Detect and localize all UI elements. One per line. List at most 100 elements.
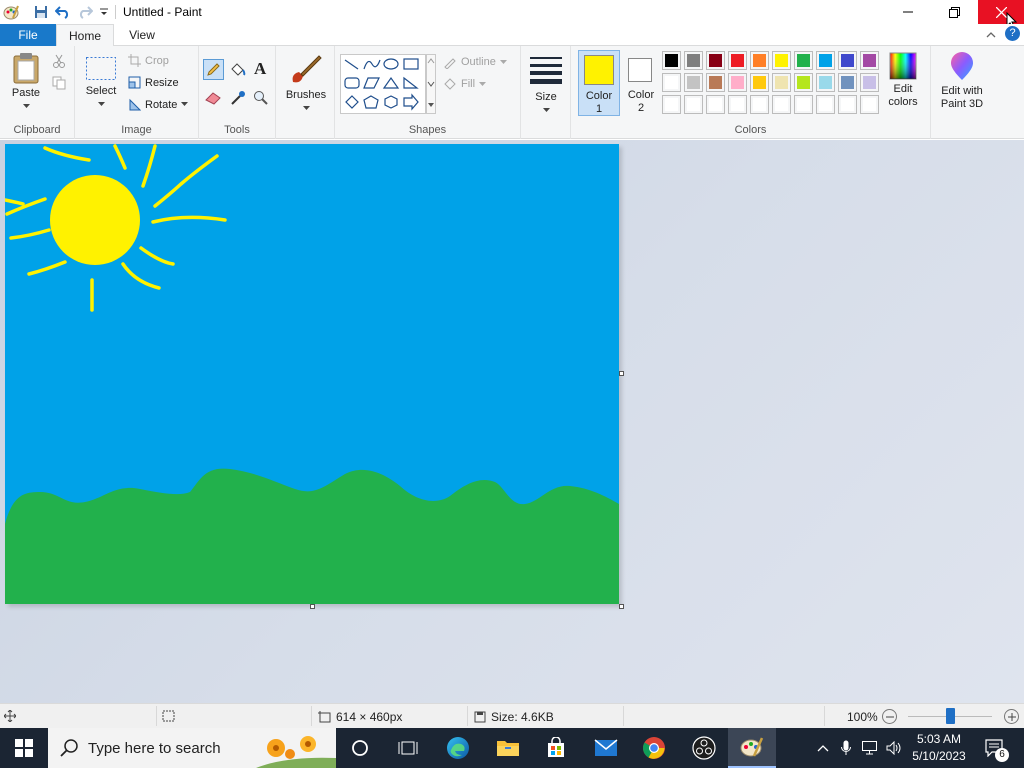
mail-icon xyxy=(594,739,618,756)
palette-swatch[interactable] xyxy=(684,51,703,70)
obs-button[interactable] xyxy=(680,728,728,768)
save-icon[interactable] xyxy=(32,3,50,21)
customize-quick-access-icon[interactable] xyxy=(95,3,113,21)
tab-file[interactable]: File xyxy=(0,24,56,46)
shapes-scroll[interactable] xyxy=(426,54,436,114)
shapes-group: Outline Fill Shapes xyxy=(335,46,521,139)
copy-icon[interactable] xyxy=(52,76,66,93)
paste-icon xyxy=(13,53,39,84)
show-hidden-icons-button[interactable] xyxy=(812,728,834,768)
resize-handle-bottom[interactable] xyxy=(310,604,315,609)
palette-swatch[interactable] xyxy=(838,95,857,114)
paint-app-icon[interactable] xyxy=(2,3,20,21)
palette-swatch[interactable] xyxy=(794,73,813,92)
color1-number: 1 xyxy=(595,103,603,115)
resize-handle-corner[interactable] xyxy=(619,604,624,609)
microsoft-store-button[interactable] xyxy=(532,728,580,768)
palette-swatch[interactable] xyxy=(750,95,769,114)
taskbar-clock[interactable]: 5:03 AM 5/10/2023 xyxy=(906,731,972,765)
shapes-gallery[interactable] xyxy=(340,54,426,114)
select-button[interactable]: Select xyxy=(83,56,119,110)
drawing-canvas[interactable] xyxy=(3,144,619,604)
collapse-ribbon-icon[interactable] xyxy=(986,28,996,42)
paste-button[interactable]: Paste xyxy=(7,52,45,112)
edit-with-paint3d-button[interactable]: Edit with Paint 3D xyxy=(933,52,991,111)
palette-swatch[interactable] xyxy=(662,51,681,70)
paint-taskbar-button[interactable] xyxy=(728,728,776,768)
start-button[interactable] xyxy=(0,728,48,768)
brushes-button[interactable]: Brushes xyxy=(284,52,328,114)
outline-button[interactable]: Outline xyxy=(443,55,507,69)
magnifier-tool[interactable] xyxy=(253,90,269,109)
resize-button[interactable]: Resize xyxy=(128,76,179,89)
palette-swatch[interactable] xyxy=(772,73,791,92)
text-tool-icon[interactable]: A xyxy=(254,59,266,79)
color2-swatch xyxy=(628,58,652,82)
palette-swatch[interactable] xyxy=(860,95,879,114)
palette-swatch[interactable] xyxy=(684,95,703,114)
help-icon[interactable]: ? xyxy=(1005,26,1020,41)
cut-icon[interactable] xyxy=(52,54,66,71)
palette-swatch[interactable] xyxy=(816,95,835,114)
palette-swatch[interactable] xyxy=(728,51,747,70)
microphone-tray[interactable] xyxy=(836,728,856,768)
fill-tool[interactable] xyxy=(229,61,246,81)
color-palette xyxy=(662,51,884,117)
palette-swatch[interactable] xyxy=(794,51,813,70)
palette-swatch[interactable] xyxy=(706,95,725,114)
palette-swatch[interactable] xyxy=(816,73,835,92)
palette-swatch[interactable] xyxy=(684,73,703,92)
palette-swatch[interactable] xyxy=(750,73,769,92)
palette-swatch[interactable] xyxy=(728,73,747,92)
palette-swatch[interactable] xyxy=(838,73,857,92)
zoom-slider-thumb[interactable] xyxy=(946,708,955,724)
crop-button[interactable]: Crop xyxy=(128,54,169,67)
zoom-out-button[interactable] xyxy=(882,709,897,724)
palette-swatch[interactable] xyxy=(860,73,879,92)
title-divider xyxy=(115,5,116,19)
restore-button[interactable] xyxy=(931,0,977,24)
network-tray[interactable] xyxy=(860,728,882,768)
palette-swatch[interactable] xyxy=(772,51,791,70)
mail-button[interactable] xyxy=(582,728,630,768)
fill-button[interactable]: Fill xyxy=(443,77,487,91)
action-center-button[interactable]: 6 xyxy=(978,728,1012,768)
palette-swatch[interactable] xyxy=(816,51,835,70)
color1-button[interactable]: Color 1 xyxy=(578,50,620,116)
eraser-tool[interactable] xyxy=(205,90,222,108)
volume-tray[interactable] xyxy=(884,728,906,768)
palette-swatch[interactable] xyxy=(706,73,725,92)
chrome-button[interactable] xyxy=(630,728,678,768)
palette-swatch[interactable] xyxy=(728,95,747,114)
palette-swatch[interactable] xyxy=(772,95,791,114)
color-picker-tool[interactable] xyxy=(230,90,246,109)
tab-view[interactable]: View xyxy=(114,24,170,46)
size-icon xyxy=(530,57,562,84)
color2-button[interactable]: Color 2 xyxy=(624,50,658,116)
palette-swatch[interactable] xyxy=(662,73,681,92)
close-icon xyxy=(995,6,1007,18)
palette-swatch[interactable] xyxy=(706,51,725,70)
redo-icon[interactable] xyxy=(76,3,94,21)
palette-swatch[interactable] xyxy=(860,51,879,70)
palette-swatch-color xyxy=(863,98,876,111)
size-button[interactable]: Size xyxy=(528,56,564,116)
palette-swatch[interactable] xyxy=(794,95,813,114)
task-view-button[interactable] xyxy=(384,728,432,768)
edge-button[interactable] xyxy=(434,728,482,768)
palette-swatch[interactable] xyxy=(662,95,681,114)
resize-handle-right[interactable] xyxy=(619,371,624,376)
undo-icon[interactable] xyxy=(54,3,72,21)
edit-colors-button[interactable]: Edit colors xyxy=(884,52,922,109)
pencil-tool[interactable] xyxy=(203,59,224,80)
window-title: Untitled - Paint xyxy=(123,5,202,19)
file-explorer-button[interactable] xyxy=(484,728,532,768)
tab-home[interactable]: Home xyxy=(56,24,114,47)
cortana-button[interactable] xyxy=(336,728,384,768)
palette-swatch[interactable] xyxy=(750,51,769,70)
palette-swatch[interactable] xyxy=(838,51,857,70)
minimize-button[interactable] xyxy=(885,0,931,24)
rotate-button[interactable]: Rotate xyxy=(128,98,189,111)
taskbar-search-box[interactable]: Type here to search xyxy=(48,728,336,768)
zoom-in-button[interactable] xyxy=(1004,709,1019,724)
